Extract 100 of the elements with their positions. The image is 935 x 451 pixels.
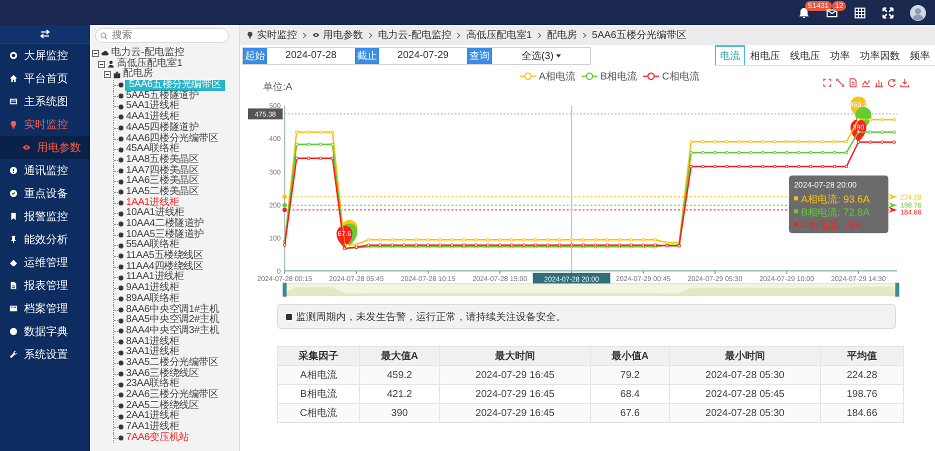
breadcrumb-link[interactable]: 5AA6五楼分光编带区 xyxy=(592,28,686,42)
gear-icon xyxy=(118,168,124,174)
collapse-icon[interactable] xyxy=(98,60,105,68)
tree-node[interactable]: 10AA4二楼隧道护 xyxy=(125,219,206,230)
table-cell: 2024-07-28 05:30 xyxy=(670,404,820,422)
gear-icon xyxy=(118,125,124,132)
menu-item[interactable]: 运维管理 xyxy=(0,251,90,274)
collapse-icon[interactable] xyxy=(104,71,111,78)
chevron-icon xyxy=(368,32,373,38)
breadcrumb-link[interactable]: 配电房 xyxy=(546,28,577,42)
line-chart-icon[interactable] xyxy=(862,80,870,88)
tree-node[interactable]: 4AA1进线柜 xyxy=(125,112,180,123)
gear-icon xyxy=(118,403,124,410)
avatar[interactable] xyxy=(910,4,926,20)
check-icon xyxy=(9,189,18,198)
fullscreen-icon[interactable] xyxy=(882,6,894,18)
tree-node[interactable]: 9AA1进线柜 xyxy=(125,283,180,294)
gear-icon xyxy=(118,285,124,292)
gear-icon xyxy=(118,232,124,238)
table-cell: 2024-07-28 05:30 xyxy=(670,366,820,384)
tree-node[interactable]: 3AA1进线柜 xyxy=(125,347,180,358)
tree-node[interactable]: 2AA6三楼分光编带区 xyxy=(125,390,220,401)
menu-item[interactable]: 大屏监控 xyxy=(0,44,90,67)
gear-icon xyxy=(118,253,124,260)
tree-node[interactable]: 8AA6中央空调1#主机 xyxy=(125,304,220,316)
tree-node[interactable]: 89AA联络柜 xyxy=(125,294,180,305)
gear-icon xyxy=(118,114,124,120)
column-header: 平均值 xyxy=(820,346,904,366)
bulb-icon xyxy=(246,31,254,39)
tree-node[interactable]: 配电房 xyxy=(123,69,153,80)
tree-node[interactable]: 11AA5五楼绕线区 xyxy=(125,251,204,262)
zoom-reset-icon[interactable] xyxy=(836,78,844,87)
refresh-icon[interactable] xyxy=(888,78,896,88)
table-cell: 2024-07-29 16:45 xyxy=(440,366,590,384)
breadcrumb-link[interactable]: 电力云-配电监控 xyxy=(378,28,452,42)
menu-item[interactable]: 数据字典 xyxy=(0,320,90,343)
menu-item[interactable]: 报警监控 xyxy=(0,205,90,228)
document-icon xyxy=(9,281,18,290)
gear-icon xyxy=(118,296,124,302)
tree-node[interactable]: 电力云-配电监控 xyxy=(111,48,184,59)
zoom-slider[interactable] xyxy=(284,283,898,296)
table-cell: A相电流 xyxy=(278,366,360,384)
tree-node[interactable]: 1AA6三楼美晶区 xyxy=(125,176,200,187)
tree-node[interactable]: 4AA6四楼分光编带区 xyxy=(125,134,220,144)
tree-node[interactable]: 4AA5四楼隧道护 xyxy=(125,122,200,134)
chevron-icon xyxy=(582,32,587,38)
legend-label[interactable]: C相电流 xyxy=(662,72,700,83)
cabinet-icon xyxy=(113,70,121,79)
column-header: 最大时间 xyxy=(440,346,590,366)
tree-node[interactable]: 1AA8五楼美晶区 xyxy=(125,154,200,166)
menu-item[interactable]: 用电参数 xyxy=(0,136,90,159)
tree-node[interactable]: 3AA6三楼绕线区 xyxy=(125,368,200,380)
bell-icon[interactable] xyxy=(798,6,810,18)
gear-icon xyxy=(118,210,124,217)
menu-item[interactable]: 能效分析 xyxy=(0,228,90,251)
column-header: 最大值A xyxy=(360,346,440,366)
tree-node[interactable]: 45AA联络柜 xyxy=(125,144,180,155)
alert-icon xyxy=(9,166,18,175)
slider-handle[interactable] xyxy=(282,282,287,297)
legend-label[interactable]: B相电流 xyxy=(600,72,638,83)
tree-node[interactable]: 1AA5二楼美晶区 xyxy=(125,186,200,198)
legend-line-icon[interactable] xyxy=(643,72,659,80)
chevron-icon xyxy=(536,32,542,38)
gear-icon xyxy=(118,382,124,388)
document-icon[interactable] xyxy=(850,78,857,88)
tree-node[interactable]: 8AA5中央空调2#主机 xyxy=(125,315,220,326)
download-icon[interactable] xyxy=(900,78,910,88)
menu-item[interactable]: 实时监控 xyxy=(0,113,90,136)
tree-node[interactable]: 3AA5二楼分光编带区 xyxy=(125,358,220,369)
grid-icon[interactable] xyxy=(854,6,866,18)
tooltip-row: C相电流: 78A xyxy=(800,220,862,232)
menu-item[interactable]: 档案管理 xyxy=(0,297,90,320)
menu-item[interactable]: 平台首页 xyxy=(0,67,90,90)
tree-node[interactable]: 8AA4中央空调3#主机 xyxy=(125,326,220,337)
breadcrumb-link[interactable]: 用电参数 xyxy=(323,28,363,42)
gear-icon xyxy=(118,306,124,313)
zoom-icon[interactable] xyxy=(823,78,832,87)
gear-icon xyxy=(118,370,124,377)
toggle-icon[interactable] xyxy=(40,29,50,39)
tree-node[interactable]: 10AA5三楼隧道护 xyxy=(125,230,206,240)
menu-item[interactable]: 报表管理 xyxy=(0,274,90,297)
collapse-icon[interactable] xyxy=(92,50,99,57)
gear-icon xyxy=(118,93,124,100)
menu-item[interactable]: 重点设备 xyxy=(0,182,90,205)
gear-icon xyxy=(118,178,124,185)
menu-item[interactable]: 主系统图 xyxy=(0,90,90,113)
column-header: 最小值A xyxy=(590,346,670,366)
menu-item[interactable]: 系统设置 xyxy=(0,343,90,366)
breadcrumb-link[interactable]: 高低压配电室1 xyxy=(466,28,532,42)
menu-item[interactable]: 通讯监控 xyxy=(0,159,90,182)
gear-icon xyxy=(118,221,124,228)
gear-icon xyxy=(118,136,124,142)
mail-icon[interactable] xyxy=(826,6,838,18)
search-field[interactable]: 搜索 xyxy=(95,28,229,43)
tree-node[interactable]: 7AA1进线柜 xyxy=(125,422,180,433)
breadcrumb-link[interactable]: 实时监控 xyxy=(257,28,297,42)
slider-handle[interactable] xyxy=(895,282,900,297)
legend-label[interactable]: A相电流 xyxy=(538,72,576,83)
bar-chart-icon[interactable] xyxy=(874,80,884,88)
home-icon xyxy=(9,74,18,83)
